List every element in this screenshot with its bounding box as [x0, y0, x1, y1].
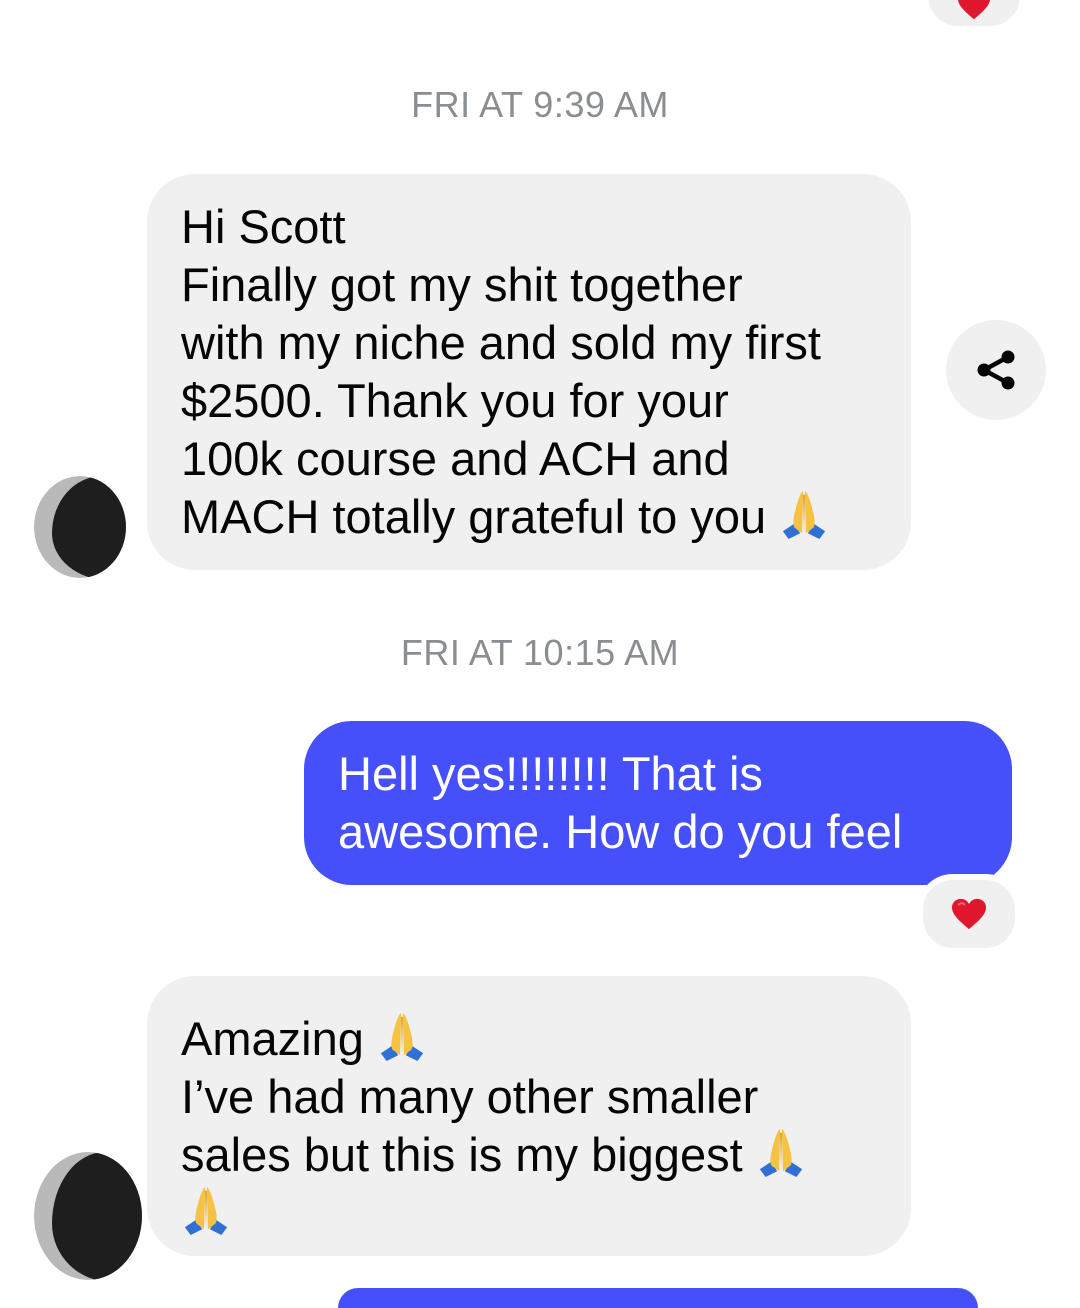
message-timestamp: FRI AT 9:39 AM [411, 84, 669, 125]
previous-message-reaction[interactable] [922, 0, 1026, 32]
message-line: I’ve had many other smaller [181, 1070, 759, 1123]
heart-icon [956, 0, 992, 21]
message-line-with-emoji: sales but this is my biggest [181, 1126, 877, 1184]
message-line: awesome. How do you feel [338, 805, 903, 858]
message-bubble-outgoing[interactable]: Hell yes!!!!!!!! That is awesome. How do… [304, 721, 1012, 885]
contact-avatar[interactable] [34, 476, 126, 578]
folded-hands-emoji-icon [756, 1127, 806, 1177]
message-line: Amazing [181, 1012, 364, 1065]
message-line-with-emoji: Amazing [181, 1010, 877, 1068]
message-line: MACH totally grateful to you [181, 490, 767, 543]
message-bubble-incoming[interactable]: Amazing I’ve had many other smaller sale… [147, 976, 911, 1256]
next-message-bubble-outgoing[interactable] [338, 1288, 978, 1308]
folded-hands-emoji-icon [181, 1185, 231, 1235]
message-line: Finally got my shit together [181, 258, 743, 311]
message-line: $2500. Thank you for your [181, 374, 729, 427]
message-timestamp: FRI AT 10:15 AM [400, 632, 680, 673]
share-icon [977, 350, 1015, 390]
heart-icon [950, 897, 988, 931]
contact-avatar[interactable] [34, 1152, 142, 1280]
message-line: 100k course and ACH and [181, 432, 730, 485]
folded-hands-emoji-icon [377, 1011, 427, 1061]
message-line-with-emoji: MACH totally grateful to you [181, 488, 877, 546]
message-line: with my niche and sold my first [181, 316, 821, 369]
share-button[interactable] [946, 320, 1046, 420]
message-bubble-incoming[interactable]: Hi Scott Finally got my shit together wi… [147, 174, 911, 570]
message-line-with-emoji [181, 1184, 877, 1242]
message-line: Hi Scott [181, 200, 346, 253]
message-line: sales but this is my biggest [181, 1128, 743, 1181]
folded-hands-emoji-icon [779, 489, 829, 539]
message-reaction[interactable] [917, 874, 1021, 954]
message-line: Hell yes!!!!!!!! That is [338, 747, 763, 800]
